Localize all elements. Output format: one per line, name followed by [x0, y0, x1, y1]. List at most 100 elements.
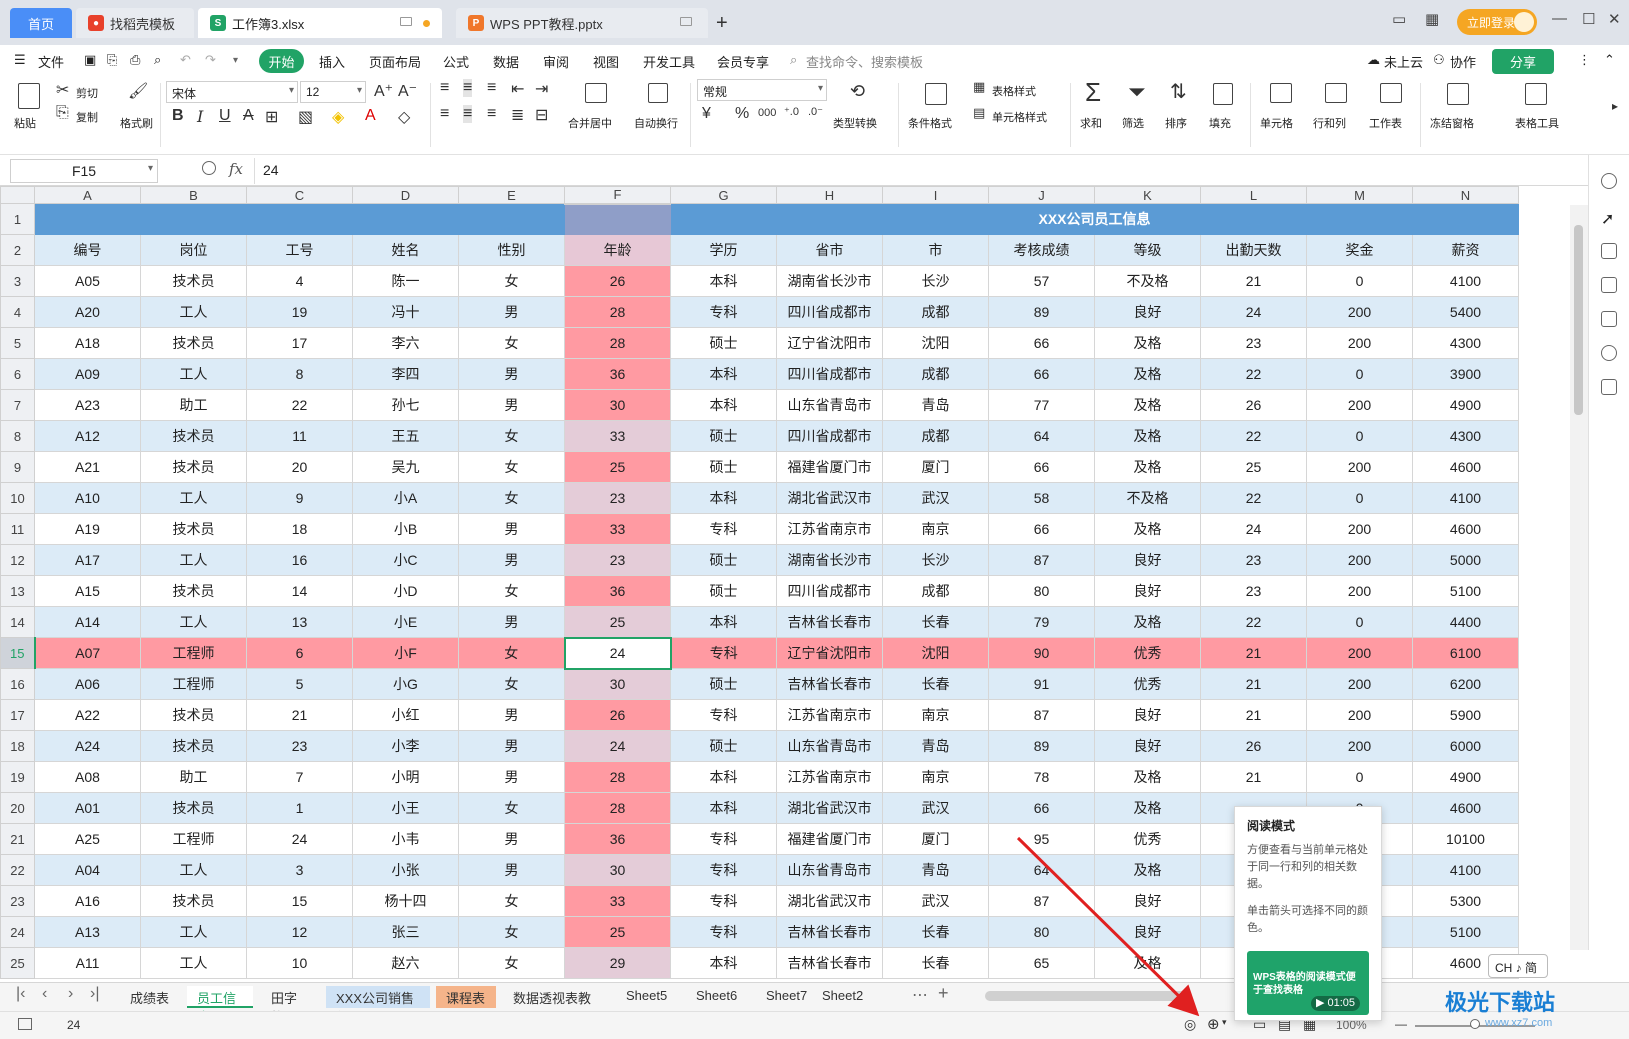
cell[interactable]: 200 — [1306, 575, 1413, 607]
row-header[interactable]: 2 — [0, 234, 35, 266]
cell[interactable]: 30 — [564, 668, 671, 700]
cell[interactable]: 1 — [246, 792, 353, 824]
image-icon[interactable] — [1601, 311, 1617, 327]
cell[interactable]: 及格 — [1094, 854, 1201, 886]
row-header[interactable]: 12 — [0, 544, 35, 576]
cell[interactable]: 工程师 — [140, 637, 247, 669]
cell[interactable]: 25 — [1200, 451, 1307, 483]
wrap-text-button[interactable]: 自动换行 — [634, 115, 678, 131]
decrease-decimal-icon[interactable]: .0⁻ — [808, 105, 823, 118]
cell[interactable]: 22 — [1200, 358, 1307, 390]
font-name-select[interactable]: 宋体 — [166, 81, 298, 103]
cursor-icon[interactable]: ➚ — [1601, 209, 1617, 228]
cell[interactable]: 工程师 — [140, 668, 247, 700]
fill-color-icon[interactable]: ◈ — [332, 107, 344, 127]
cell[interactable]: 89 — [988, 296, 1095, 328]
cell[interactable]: 4100 — [1412, 265, 1519, 297]
cell[interactable]: 4 — [246, 265, 353, 297]
cell[interactable]: A18 — [34, 327, 141, 359]
cell[interactable]: 本科 — [670, 761, 777, 793]
cell[interactable]: 成都 — [882, 420, 989, 452]
cell[interactable]: 9 — [246, 482, 353, 514]
row-header[interactable]: 11 — [0, 513, 35, 545]
cell[interactable]: 四川省成都市 — [776, 296, 883, 328]
cell[interactable]: 工人 — [140, 482, 247, 514]
cell[interactable]: 武汉 — [882, 482, 989, 514]
cell[interactable]: 及格 — [1094, 606, 1201, 638]
cell[interactable]: 25 — [564, 606, 671, 638]
cell[interactable]: A01 — [34, 792, 141, 824]
cell[interactable]: 10 — [246, 947, 353, 979]
cell[interactable]: 29 — [564, 947, 671, 979]
cell[interactable]: 硕士 — [670, 420, 777, 452]
currency-button[interactable]: ¥ — [702, 105, 711, 123]
cell[interactable]: 专科 — [670, 296, 777, 328]
row-header[interactable]: 20 — [0, 792, 35, 824]
cell[interactable]: 硕士 — [670, 544, 777, 576]
cell[interactable]: 李四 — [352, 358, 459, 390]
cell[interactable]: 辽宁省沈阳市 — [776, 327, 883, 359]
cell[interactable]: 28 — [564, 327, 671, 359]
worksheet-button[interactable]: 工作表 — [1369, 115, 1402, 131]
increase-decimal-icon[interactable]: ⁺.0 — [784, 105, 799, 118]
cell[interactable]: 李六 — [352, 327, 459, 359]
row-header[interactable]: 14 — [0, 606, 35, 638]
cell[interactable]: 良好 — [1094, 916, 1201, 948]
cell[interactable]: 本科 — [670, 792, 777, 824]
cell[interactable]: 24 — [1200, 296, 1307, 328]
close-button[interactable]: ✕ — [1608, 10, 1621, 28]
freeze-panes-button[interactable]: 冻结窗格 — [1430, 115, 1474, 131]
cell[interactable]: 优秀 — [1094, 637, 1201, 669]
cell[interactable]: 南京 — [882, 761, 989, 793]
header-cell[interactable]: 省市 — [776, 234, 883, 266]
cell[interactable]: 6100 — [1412, 637, 1519, 669]
cell[interactable]: A11 — [34, 947, 141, 979]
menu-file[interactable]: 文件 — [38, 52, 64, 71]
cell[interactable]: 0 — [1306, 606, 1413, 638]
cell[interactable]: 冯十 — [352, 296, 459, 328]
cell[interactable]: 200 — [1306, 513, 1413, 545]
cell[interactable]: 杨十四 — [352, 885, 459, 917]
cell[interactable]: 长春 — [882, 947, 989, 979]
cell[interactable]: 福建省厦门市 — [776, 823, 883, 855]
cell[interactable]: 80 — [988, 916, 1095, 948]
menu-start[interactable]: 开始 — [259, 49, 304, 73]
cell[interactable]: 20 — [246, 451, 353, 483]
row-header[interactable]: 24 — [0, 916, 35, 948]
cell[interactable]: 专科 — [670, 823, 777, 855]
cell[interactable]: 山东省青岛市 — [776, 389, 883, 421]
cell[interactable]: 200 — [1306, 668, 1413, 700]
fill-button[interactable]: 填充 — [1209, 115, 1231, 131]
column-header-m[interactable]: M — [1306, 186, 1413, 204]
cell[interactable]: 77 — [988, 389, 1095, 421]
cell[interactable]: 专科 — [670, 854, 777, 886]
cell[interactable]: 28 — [564, 761, 671, 793]
cell[interactable]: 200 — [1306, 327, 1413, 359]
cell[interactable]: 女 — [458, 327, 565, 359]
cell[interactable]: 19 — [246, 296, 353, 328]
column-header-j[interactable]: J — [988, 186, 1095, 204]
cell[interactable]: 66 — [988, 451, 1095, 483]
cell[interactable]: 24 — [564, 730, 671, 762]
menu-data[interactable]: 数据 — [493, 52, 519, 71]
cell[interactable]: 小王 — [352, 792, 459, 824]
cell[interactable]: 湖北省武汉市 — [776, 885, 883, 917]
format-painter-button[interactable]: 格式刷 — [120, 115, 153, 131]
cell[interactable]: 良好 — [1094, 885, 1201, 917]
cell[interactable]: 57 — [988, 265, 1095, 297]
cell[interactable]: 25 — [564, 451, 671, 483]
cell[interactable]: A20 — [34, 296, 141, 328]
cell[interactable]: 87 — [988, 699, 1095, 731]
ribbon-scroll-right-icon[interactable]: ▸ — [1612, 99, 1618, 113]
merge-center-button[interactable]: 合并居中 — [568, 115, 612, 131]
next-sheet-icon[interactable]: › — [68, 985, 73, 1003]
cell[interactable]: 工人 — [140, 544, 247, 576]
row-header[interactable]: 17 — [0, 699, 35, 731]
cell[interactable]: 6200 — [1412, 668, 1519, 700]
cell[interactable]: 技术员 — [140, 792, 247, 824]
cell[interactable]: 23 — [1200, 575, 1307, 607]
column-header-a[interactable]: A — [34, 186, 141, 204]
cell[interactable]: 吉林省长春市 — [776, 606, 883, 638]
column-header-d[interactable]: D — [352, 186, 459, 204]
menu-member[interactable]: 会员专享 — [717, 52, 769, 71]
